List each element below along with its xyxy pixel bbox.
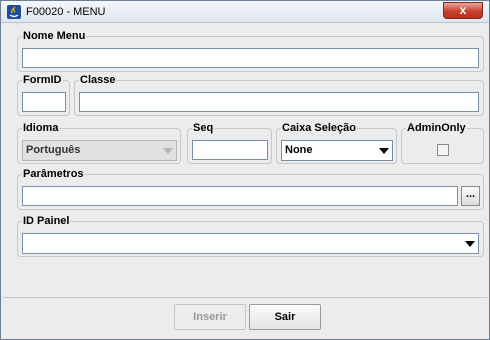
seq-input[interactable] bbox=[192, 140, 268, 160]
classe-group: Classe bbox=[74, 74, 484, 116]
formid-input[interactable] bbox=[22, 92, 66, 112]
id-painel-select[interactable] bbox=[22, 233, 479, 254]
title-bar[interactable]: F00020 - MENU x bbox=[1, 1, 489, 23]
caixa-selecao-select[interactable]: None bbox=[281, 140, 393, 161]
java-app-icon bbox=[7, 5, 21, 19]
adminonly-group: AdminOnly bbox=[401, 122, 484, 164]
adminonly-label: AdminOnly bbox=[406, 122, 467, 134]
footer-divider bbox=[3, 297, 487, 298]
id-painel-label: ID Painel bbox=[22, 215, 71, 227]
close-icon: x bbox=[459, 3, 467, 17]
parametros-label: Parâmetros bbox=[22, 168, 85, 180]
idioma-group: Idioma Português bbox=[17, 122, 181, 164]
chevron-down-icon bbox=[163, 148, 173, 154]
parametros-browse-button[interactable]: ... bbox=[461, 186, 480, 206]
idioma-selected-value: Português bbox=[26, 144, 81, 156]
seq-group: Seq bbox=[187, 122, 272, 164]
nome-menu-label: Nome Menu bbox=[22, 30, 87, 42]
id-painel-group: ID Painel bbox=[17, 215, 484, 257]
chevron-down-icon bbox=[379, 148, 389, 154]
classe-input[interactable] bbox=[79, 92, 479, 112]
parametros-input[interactable] bbox=[22, 186, 458, 206]
seq-label: Seq bbox=[192, 122, 215, 134]
parametros-group: Parâmetros ... bbox=[17, 168, 484, 210]
formid-label: FormID bbox=[22, 74, 63, 86]
caixa-selecao-selected-value: None bbox=[285, 144, 313, 156]
classe-label: Classe bbox=[79, 74, 117, 86]
sair-button[interactable]: Sair bbox=[249, 304, 321, 330]
nome-menu-input[interactable] bbox=[22, 48, 479, 68]
idioma-select[interactable]: Português bbox=[22, 140, 177, 161]
caixa-selecao-group: Caixa Seleção None bbox=[276, 122, 397, 164]
formid-group: FormID bbox=[17, 74, 70, 116]
chevron-down-icon bbox=[465, 241, 475, 247]
adminonly-checkbox[interactable] bbox=[437, 144, 449, 156]
close-button[interactable]: x bbox=[443, 2, 483, 19]
caixa-selecao-label: Caixa Seleção bbox=[281, 122, 357, 134]
menu-dialog-window: F00020 - MENU x Nome Menu FormID Classe … bbox=[0, 0, 490, 340]
window-title: F00020 - MENU bbox=[26, 6, 106, 18]
nome-menu-group: Nome Menu bbox=[17, 30, 484, 72]
idioma-label: Idioma bbox=[22, 122, 60, 134]
dialog-content: Nome Menu FormID Classe Idioma Português… bbox=[3, 24, 487, 338]
inserir-button[interactable]: Inserir bbox=[174, 304, 246, 330]
